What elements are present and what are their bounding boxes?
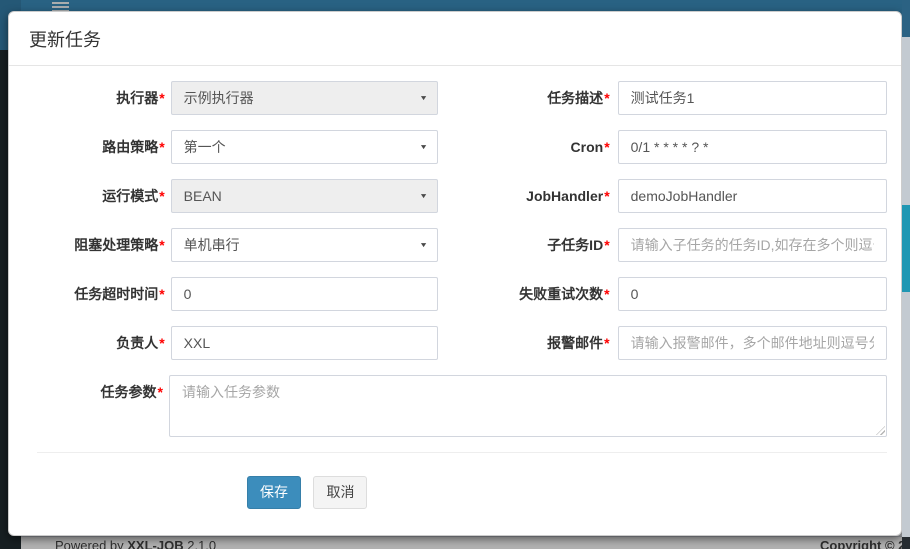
required-asterisk: * xyxy=(604,90,609,106)
required-asterisk: * xyxy=(158,384,163,400)
scrollbar-top-segment xyxy=(902,0,910,37)
required-asterisk: * xyxy=(159,188,164,204)
cron-label: Cron* xyxy=(438,130,612,164)
executor-label: 执行器* xyxy=(37,81,171,115)
chevron-down-icon: ▼ xyxy=(419,94,428,102)
button-row: 保存 取消 xyxy=(37,453,887,509)
block-strategy-select[interactable]: 单机串行 ▼ xyxy=(171,228,438,262)
alarm-email-input[interactable] xyxy=(618,326,887,360)
job-handler-input[interactable] xyxy=(618,179,887,213)
required-asterisk: * xyxy=(159,237,164,253)
job-params-textarea[interactable] xyxy=(169,375,887,437)
required-asterisk: * xyxy=(159,286,164,302)
glue-type-select[interactable]: BEAN ▼ xyxy=(171,179,438,213)
child-jobid-input[interactable] xyxy=(618,228,887,262)
executor-select[interactable]: 示例执行器 ▼ xyxy=(171,81,438,115)
timeout-label: 任务超时时间* xyxy=(37,277,171,311)
fail-retry-label: 失败重试次数* xyxy=(438,277,612,311)
page-scrollbar[interactable] xyxy=(902,0,910,549)
required-asterisk: * xyxy=(604,139,609,155)
save-button[interactable]: 保存 xyxy=(247,476,301,509)
block-strategy-label: 阻塞处理策略* xyxy=(37,228,171,262)
required-asterisk: * xyxy=(604,335,609,351)
scrollbar-bottom-segment xyxy=(902,537,910,549)
required-asterisk: * xyxy=(604,188,609,204)
author-label: 负责人* xyxy=(37,326,171,360)
required-asterisk: * xyxy=(604,237,609,253)
chevron-down-icon: ▼ xyxy=(419,143,428,151)
required-asterisk: * xyxy=(159,335,164,351)
alarm-email-label: 报警邮件* xyxy=(438,326,612,360)
required-asterisk: * xyxy=(159,139,164,155)
cron-input[interactable] xyxy=(618,130,887,164)
required-asterisk: * xyxy=(159,90,164,106)
scrollbar-thumb[interactable] xyxy=(902,205,910,292)
modal-title: 更新任务 xyxy=(29,29,881,51)
timeout-input[interactable] xyxy=(171,277,438,311)
route-strategy-label: 路由策略* xyxy=(37,130,171,164)
cancel-button[interactable]: 取消 xyxy=(313,476,367,509)
modal-body: 执行器* 示例执行器 ▼ 任务描述* 路由策略* 第一个 ▼ Cron* 运行模… xyxy=(9,66,901,509)
author-input[interactable] xyxy=(171,326,438,360)
job-params-label: 任务参数* xyxy=(37,375,169,437)
route-strategy-select[interactable]: 第一个 ▼ xyxy=(171,130,438,164)
modal-header: 更新任务 xyxy=(9,12,901,66)
job-desc-input[interactable] xyxy=(618,81,887,115)
fail-retry-input[interactable] xyxy=(618,277,887,311)
glue-type-label: 运行模式* xyxy=(37,179,171,213)
child-jobid-label: 子任务ID* xyxy=(438,228,612,262)
job-handler-label: JobHandler* xyxy=(438,179,612,213)
chevron-down-icon: ▼ xyxy=(419,192,428,200)
job-desc-label: 任务描述* xyxy=(438,81,612,115)
chevron-down-icon: ▼ xyxy=(419,241,428,249)
update-job-modal: 更新任务 执行器* 示例执行器 ▼ 任务描述* 路由策略* 第一个 ▼ Cron… xyxy=(8,11,902,536)
required-asterisk: * xyxy=(604,286,609,302)
